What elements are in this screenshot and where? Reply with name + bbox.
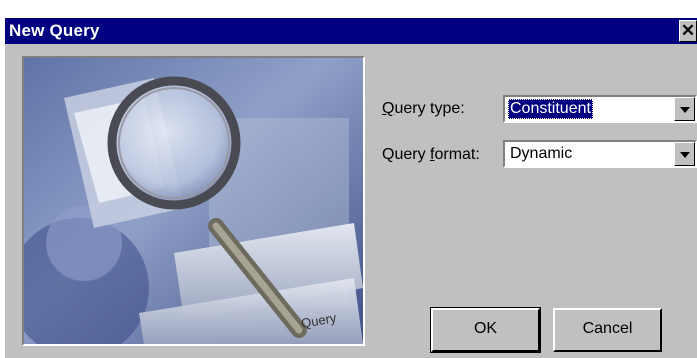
query-type-value: Constituent xyxy=(508,99,593,119)
cancel-button[interactable]: Cancel xyxy=(553,308,662,352)
query-format-dropdown-arrow[interactable] xyxy=(674,142,695,166)
query-format-value: Dynamic xyxy=(510,145,573,162)
close-button[interactable]: ✕ xyxy=(679,20,697,42)
query-type-label-rest: uery type: xyxy=(394,100,465,117)
query-type-label: Query type: xyxy=(382,100,465,118)
query-type-accel: Q xyxy=(382,100,395,117)
dialog-title: New Query xyxy=(9,21,100,40)
query-format-label: Query format: xyxy=(382,146,480,163)
background-strip xyxy=(0,0,697,18)
close-icon: ✕ xyxy=(680,21,696,40)
new-query-dialog: New Query ✕ Query Query type: Constituen… xyxy=(5,18,697,358)
query-format-select[interactable]: Dynamic xyxy=(503,140,697,168)
query-type-select[interactable]: Constituent xyxy=(503,95,697,123)
title-bar: New Query ✕ xyxy=(5,18,697,44)
magnifier-keyboard-image: Query xyxy=(24,58,363,344)
query-illustration: Query xyxy=(22,56,365,346)
query-type-dropdown-arrow[interactable] xyxy=(674,97,695,121)
ok-button[interactable]: OK xyxy=(430,307,541,353)
